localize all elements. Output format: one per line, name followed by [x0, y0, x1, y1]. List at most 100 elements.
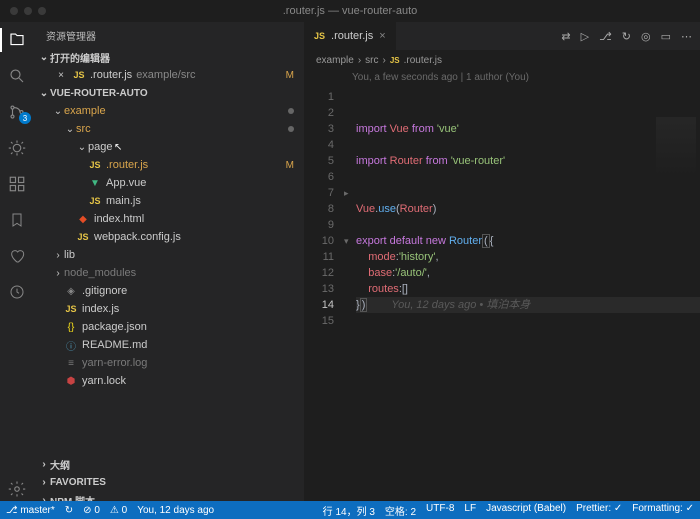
status-warnings[interactable]: ⚠ 0: [110, 505, 127, 516]
js-file-icon: JS: [88, 196, 102, 206]
status-bar: ⎇ master* ↻ ⊘ 0 ⚠ 0 You, 12 days ago 行 1…: [0, 501, 700, 519]
bookmark-icon[interactable]: [7, 210, 27, 230]
file-main-js[interactable]: JS main.js: [34, 192, 304, 210]
status-sync[interactable]: ↻: [65, 505, 73, 516]
js-file-icon: JS: [64, 304, 78, 314]
macos-window-controls[interactable]: [10, 7, 46, 15]
status-branch[interactable]: ⎇ master*: [6, 505, 55, 516]
file-yarn-lock[interactable]: ⬢ yarn.lock: [34, 372, 304, 390]
breadcrumb-item[interactable]: src: [365, 55, 378, 66]
extensions-icon[interactable]: [7, 174, 27, 194]
code-content[interactable]: import Vue from 'vue' import Router from…: [356, 89, 700, 509]
file-gitignore[interactable]: ◈ .gitignore: [34, 282, 304, 300]
file-webpack[interactable]: JS webpack.config.js: [34, 228, 304, 246]
status-formatting[interactable]: Formatting: ✓: [632, 503, 694, 518]
debug-icon[interactable]: [7, 138, 27, 158]
js-file-icon: JS: [88, 160, 102, 170]
file-app-vue[interactable]: ▼ App.vue: [34, 174, 304, 192]
folder-example[interactable]: ⌄ example: [34, 102, 304, 120]
folder-name: src: [76, 123, 91, 135]
minimap[interactable]: [656, 117, 696, 177]
activity-bar: 3: [0, 22, 34, 509]
file-index-js[interactable]: JS index.js: [34, 300, 304, 318]
close-icon[interactable]: ×: [54, 70, 68, 81]
open-editor-item[interactable]: × JS .router.js example/src M: [34, 66, 304, 84]
json-file-icon: {}: [64, 322, 78, 333]
status-errors[interactable]: ⊘ 0: [83, 505, 100, 516]
outline-header[interactable]: › 大纲: [34, 455, 304, 473]
file-name: index.html: [94, 213, 144, 225]
git-file-icon: ◈: [64, 286, 78, 297]
file-name: README.md: [82, 339, 147, 351]
folder-lib[interactable]: › lib: [34, 246, 304, 264]
file-index-html[interactable]: ◆ index.html: [34, 210, 304, 228]
gitlens-inline-blame: You, 12 days ago • 填泊本身: [367, 299, 530, 311]
status-eol[interactable]: LF: [464, 503, 476, 518]
folder-name: page: [88, 141, 112, 153]
file-yarn-error[interactable]: ≡ yarn-error.log: [34, 354, 304, 372]
file-name: package.json: [82, 321, 147, 333]
chevron-right-icon: ›: [38, 477, 50, 488]
breadcrumb[interactable]: example› src› JS .router.js: [304, 50, 700, 70]
more-icon[interactable]: ⋯: [681, 30, 692, 43]
git-dot-indicator: [288, 126, 294, 132]
file-name: index.js: [82, 303, 119, 315]
file-package-json[interactable]: {} package.json: [34, 318, 304, 336]
file-name: yarn-error.log: [82, 357, 147, 369]
scm-icon[interactable]: 3: [7, 102, 27, 122]
file-readme[interactable]: ⓘ README.md: [34, 336, 304, 354]
folder-node-modules[interactable]: › node_modules: [34, 264, 304, 282]
project-label: VUE-ROUTER-AUTO: [50, 88, 148, 99]
tab-router[interactable]: JS .router.js ×: [304, 22, 397, 50]
status-encoding[interactable]: UTF-8: [426, 503, 454, 518]
git-dot-indicator: [288, 108, 294, 114]
clock-icon[interactable]: [7, 282, 27, 302]
status-prettier[interactable]: Prettier: ✓: [576, 503, 622, 518]
status-spaces[interactable]: 空格: 2: [385, 503, 416, 518]
status-line-col[interactable]: 行 14，列 3: [323, 503, 375, 518]
open-editors-header[interactable]: ⌄ 打开的编辑器: [34, 48, 304, 66]
outline-label: 大纲: [50, 457, 70, 472]
zoom-dot[interactable]: [38, 7, 46, 15]
chevron-down-icon: ⌄: [52, 106, 64, 117]
open-editors-label: 打开的编辑器: [50, 50, 110, 65]
project-header[interactable]: ⌄ VUE-ROUTER-AUTO: [34, 84, 304, 102]
close-dot[interactable]: [10, 7, 18, 15]
favorites-label: FAVORITES: [50, 477, 106, 488]
refresh-icon[interactable]: ↻: [622, 30, 631, 43]
chevron-right-icon: ›: [38, 459, 50, 470]
modified-indicator: M: [286, 70, 294, 81]
file-path: example/src: [136, 69, 195, 81]
git-icon[interactable]: ⎇: [599, 30, 612, 43]
folder-src[interactable]: ⌄ src: [34, 120, 304, 138]
preview-icon[interactable]: ◎: [641, 30, 651, 43]
minimize-dot[interactable]: [24, 7, 32, 15]
breadcrumb-item[interactable]: .router.js: [404, 55, 442, 66]
favorites-header[interactable]: › FAVORITES: [34, 473, 304, 491]
folder-page[interactable]: ⌄ page ↖: [34, 138, 304, 156]
tab-bar: JS .router.js × ⇄ ▷ ⎇ ↻ ◎ ▭ ⋯: [304, 22, 700, 50]
heart-icon[interactable]: [7, 246, 27, 266]
breadcrumb-item[interactable]: example: [316, 55, 354, 66]
status-blame[interactable]: You, 12 days ago: [137, 505, 214, 516]
code-editor[interactable]: 123456789101112131415 ▸ ▾ import Vue fro…: [304, 89, 700, 509]
fold-gutter: ▸ ▾: [344, 89, 356, 509]
folder-name: node_modules: [64, 267, 136, 279]
log-file-icon: ≡: [64, 358, 78, 369]
search-icon[interactable]: [7, 66, 27, 86]
chevron-down-icon: ⌄: [38, 88, 50, 99]
gitlens-header[interactable]: You, a few seconds ago | 1 author (You): [304, 70, 700, 89]
close-icon[interactable]: ×: [379, 30, 385, 42]
file-name: main.js: [106, 195, 141, 207]
file-router[interactable]: JS .router.js M: [34, 156, 304, 174]
split-icon[interactable]: ▭: [661, 30, 671, 43]
compare-icon[interactable]: ⇄: [561, 30, 570, 43]
settings-icon[interactable]: [7, 479, 27, 499]
js-file-icon: JS: [390, 56, 400, 65]
status-lang[interactable]: Javascript (Babel): [486, 503, 566, 518]
chevron-down-icon: ⌄: [38, 52, 50, 63]
scm-badge: 3: [19, 112, 31, 124]
run-icon[interactable]: ▷: [581, 30, 589, 43]
explorer-icon[interactable]: [7, 30, 27, 50]
folder-name: example: [64, 105, 106, 117]
